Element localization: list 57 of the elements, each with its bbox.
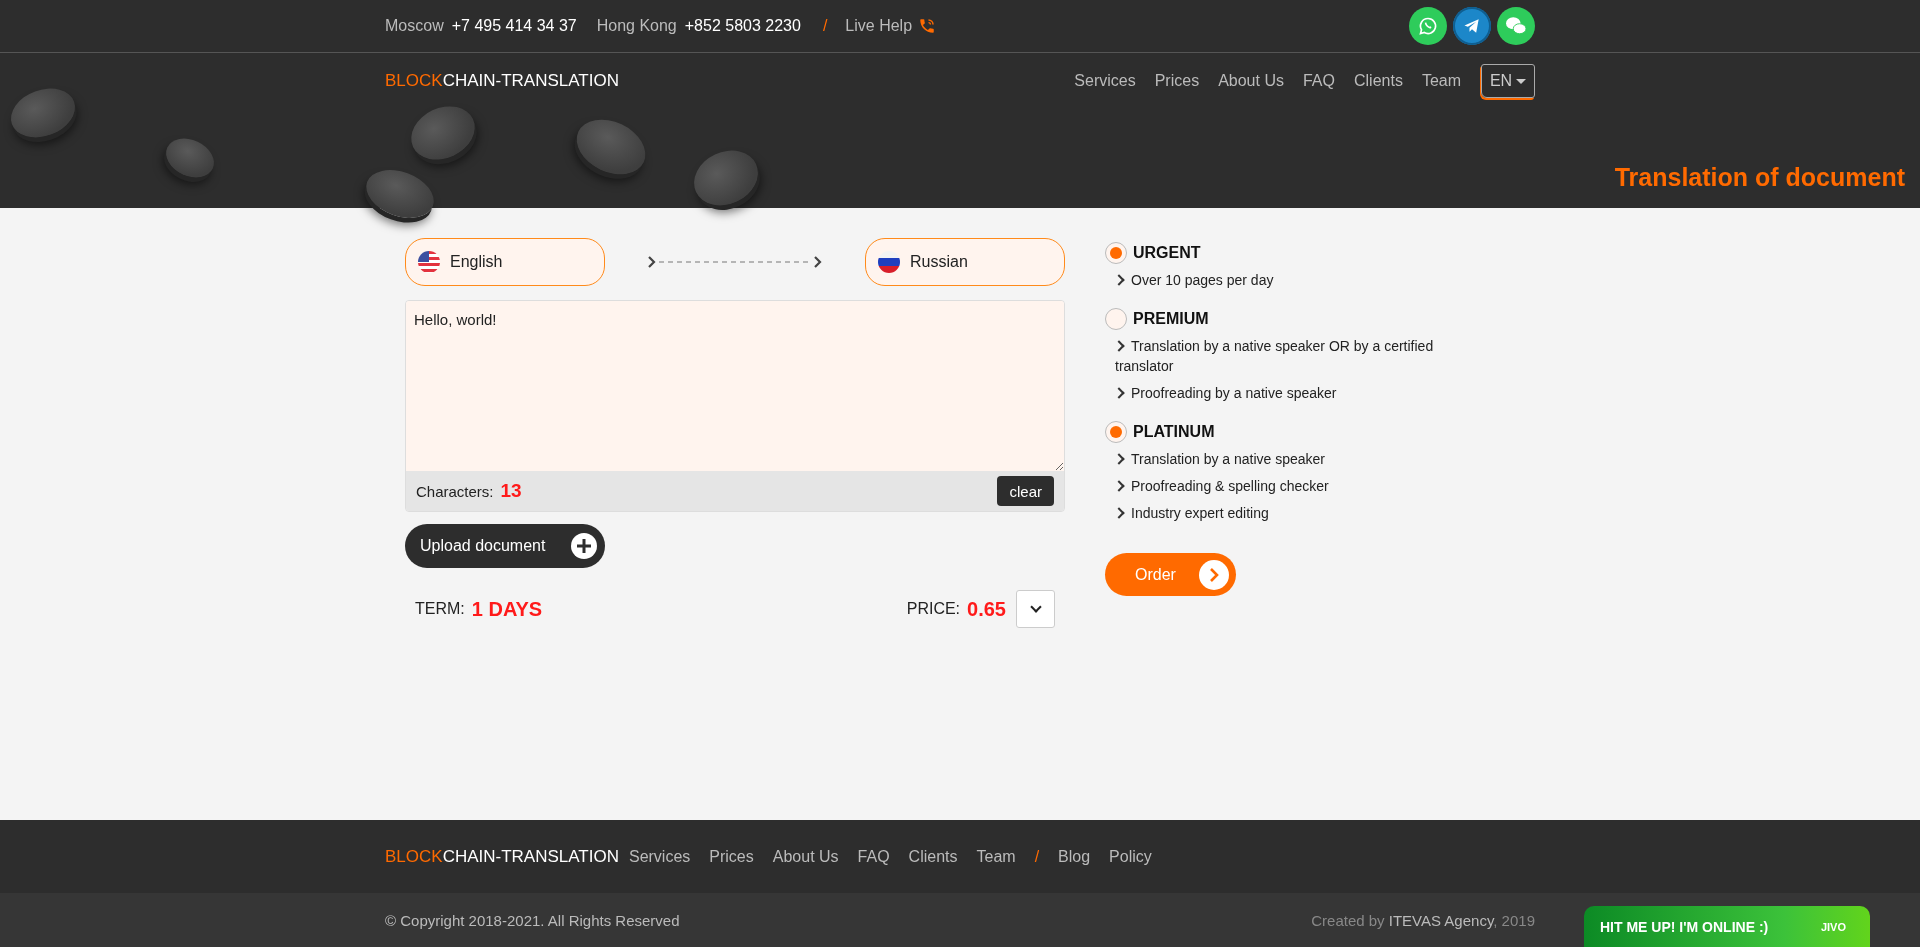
footer-link[interactable]: About Us	[772, 847, 839, 866]
footer-link[interactable]: FAQ	[857, 847, 890, 866]
plus-icon	[571, 533, 597, 559]
term-label: TERM:	[415, 600, 465, 618]
option-title: PREMIUM	[1133, 310, 1209, 328]
city-label: Hong Kong	[596, 17, 677, 35]
separator: /	[822, 17, 828, 35]
footer-link[interactable]: Prices	[709, 847, 754, 866]
phone-link[interactable]: +852 5803 2230	[684, 17, 801, 35]
text-input-field[interactable]: Hello, world!	[406, 301, 1064, 471]
footer-link[interactable]: Services	[628, 847, 691, 866]
price-label: PRICE:	[906, 600, 961, 618]
site-logo[interactable]: BLOCKCHAIN-TRANSLATION	[385, 71, 619, 91]
clear-button[interactable]: clear	[997, 476, 1054, 506]
paper-plane-icon[interactable]	[1453, 7, 1491, 45]
phone-icon	[918, 17, 937, 35]
footer-link[interactable]: Clients	[908, 847, 958, 866]
option-feature: Proofreading by a native speaker	[1115, 383, 1465, 403]
option-feature: Over 10 pages per day	[1115, 270, 1465, 290]
option-feature: Translation by a native speaker	[1115, 449, 1465, 469]
option-radio[interactable]	[1105, 242, 1127, 264]
chat-bubble-icon[interactable]	[1409, 7, 1447, 45]
target-language-selector[interactable]: Russian	[865, 238, 1065, 286]
credit-text: Created by ITEVAS Agency, 2019	[1311, 911, 1535, 929]
footer-link[interactable]: Team	[976, 847, 1016, 866]
nav-link[interactable]: Clients	[1353, 72, 1403, 90]
nav-link[interactable]: Prices	[1154, 72, 1200, 90]
option-title: URGENT	[1133, 244, 1201, 262]
page-title: Translation of document	[1614, 163, 1905, 192]
footer-logo[interactable]: BLOCKCHAIN-TRANSLATION	[385, 846, 619, 867]
language-dropdown[interactable]: EN	[1481, 64, 1535, 98]
currency-dropdown[interactable]	[1016, 590, 1055, 628]
source-language-selector[interactable]: English	[405, 238, 605, 286]
chevron-right-icon	[1199, 559, 1229, 590]
characters-label: Characters:	[416, 482, 494, 500]
term-value: 1 DAYS	[471, 597, 543, 621]
nav-link[interactable]: FAQ	[1302, 72, 1335, 90]
price-value: 0.65	[967, 597, 1006, 621]
option-radio[interactable]	[1105, 308, 1127, 330]
upload-document-button[interactable]: Upload document	[405, 524, 605, 568]
footer-link[interactable]: Blog	[1058, 847, 1091, 866]
option-title: PLATINUM	[1133, 423, 1215, 441]
nav-link[interactable]: About Us	[1218, 72, 1284, 90]
city-label: Moscow	[385, 17, 444, 35]
live-help-link[interactable]: Live Help	[845, 17, 913, 35]
option-feature: Translation by a native speaker OR by a certified translator	[1115, 337, 1435, 376]
nav-link[interactable]: Team	[1421, 72, 1461, 90]
footer-link[interactable]: Policy	[1109, 847, 1152, 866]
option-feature: Proofreading & spelling checker	[1115, 476, 1465, 496]
copyright-text: © Copyright 2018-2021. All Rights Reserved	[385, 911, 680, 929]
phone-link[interactable]: +7 495 414 34 37	[451, 17, 577, 35]
chat-bubbles-icon[interactable]	[1497, 7, 1535, 45]
separator: /	[1034, 847, 1040, 866]
characters-count: 13	[500, 480, 522, 502]
option-feature: Industry expert editing	[1115, 503, 1465, 523]
nav-link[interactable]: Services	[1074, 72, 1136, 90]
option-radio[interactable]	[1105, 421, 1127, 443]
